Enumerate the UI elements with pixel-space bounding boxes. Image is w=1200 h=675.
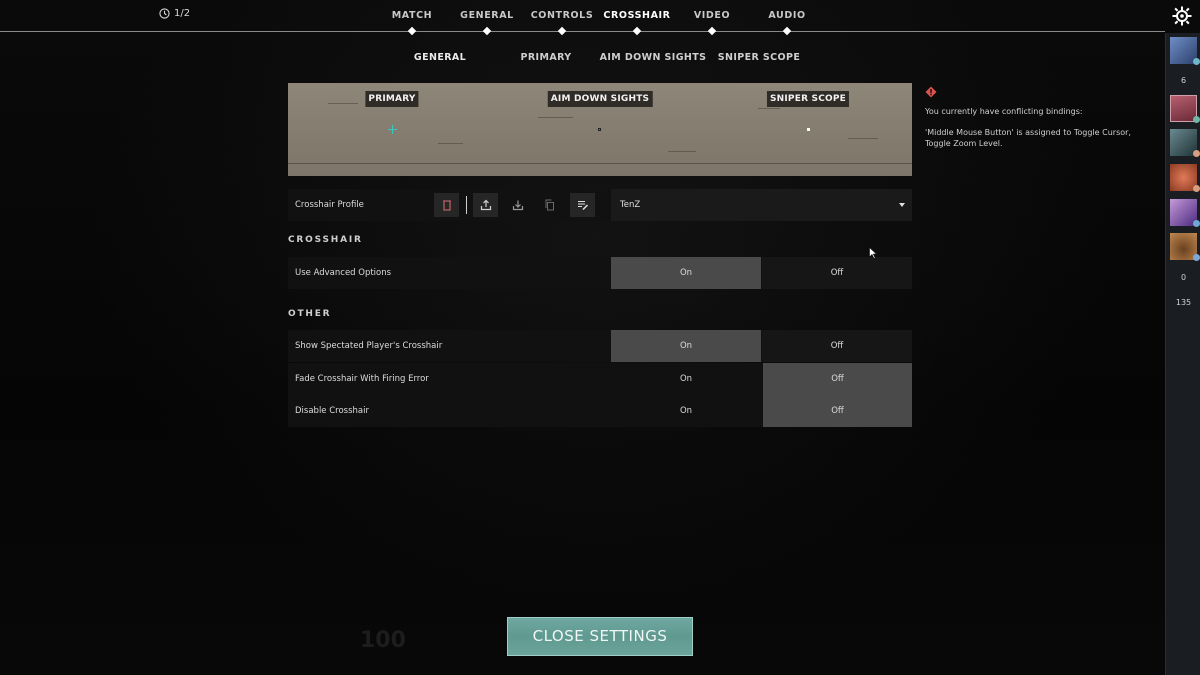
section-title-other: OTHER <box>288 309 332 319</box>
export-profile-button[interactable] <box>473 193 498 217</box>
setting-row: Fade Crosshair With Firing Error On Off <box>288 363 912 395</box>
copy-icon <box>545 199 554 211</box>
crosshair-profile-row: Crosshair Profile TenZ <box>288 189 912 221</box>
warning-title: You currently have conflicting bindings: <box>925 107 1083 116</box>
setting-row: Disable Crosshair On Off <box>288 395 912 427</box>
sniper-crosshair-icon <box>807 128 810 131</box>
tab-marker <box>707 26 717 36</box>
option-off-button[interactable]: Off <box>763 363 912 395</box>
status-dot <box>1193 220 1200 227</box>
tab-marker <box>782 26 792 36</box>
setting-label: Use Advanced Options <box>295 268 392 278</box>
profile-label: Crosshair Profile <box>295 200 364 210</box>
social-sidebar: 6 0 135 <box>1165 33 1200 675</box>
option-on-button[interactable]: On <box>611 395 761 427</box>
option-on-button[interactable]: On <box>611 363 761 395</box>
gear-icon[interactable] <box>1172 6 1192 26</box>
tab-marker <box>557 26 567 36</box>
ads-crosshair-icon <box>598 128 601 131</box>
warning-detail: 'Middle Mouse Button' is assigned to Tog… <box>925 128 1131 148</box>
crosshair-preview: PRIMARY AIM DOWN SIGHTS SNIPER SCOPE <box>288 83 912 176</box>
subtab-general[interactable]: GENERAL <box>414 52 466 63</box>
preview-label-sniper-scope: SNIPER SCOPE <box>766 91 850 107</box>
profile-dropdown[interactable]: TenZ <box>611 189 912 221</box>
edit-list-icon <box>577 200 588 211</box>
preview-label-aim-down-sights: AIM DOWN SIGHTS <box>547 91 653 107</box>
avatar[interactable] <box>1170 164 1200 192</box>
tab-match[interactable]: MATCH <box>392 10 432 21</box>
subtab-primary[interactable]: PRIMARY <box>520 52 571 63</box>
warning-diamond-icon <box>925 86 937 98</box>
tab-general[interactable]: GENERAL <box>460 10 514 21</box>
delete-profile-button[interactable] <box>434 193 459 217</box>
option-off-button[interactable]: Off <box>762 257 912 289</box>
preview-label-primary: PRIMARY <box>365 91 419 107</box>
profile-dropdown-value: TenZ <box>620 200 641 210</box>
setting-row: Use Advanced Options On Off <box>288 257 912 289</box>
trash-icon <box>442 200 451 211</box>
status-dot <box>1193 150 1200 157</box>
rename-profile-button[interactable] <box>570 193 595 217</box>
status-dot <box>1193 116 1200 123</box>
setting-label: Disable Crosshair <box>295 406 369 416</box>
status-dot <box>1193 254 1200 261</box>
status-dot <box>1193 58 1200 65</box>
chevron-down-icon <box>899 203 905 207</box>
avatar[interactable] <box>1170 37 1200 65</box>
option-on-button[interactable]: On <box>611 257 761 289</box>
download-icon <box>512 200 523 211</box>
conflict-warning: You currently have conflicting bindings:… <box>925 83 1155 149</box>
option-on-button[interactable]: On <box>611 330 761 362</box>
background-hp-readout: 100 <box>360 628 406 653</box>
upload-icon <box>480 199 491 211</box>
tab-marker <box>482 26 492 36</box>
section-title-crosshair: CROSSHAIR <box>288 235 363 245</box>
avatar[interactable] <box>1170 129 1200 157</box>
subtab-sniper-scope[interactable]: SNIPER SCOPE <box>718 52 801 63</box>
setting-label: Fade Crosshair With Firing Error <box>295 374 429 384</box>
setting-row: Show Spectated Player's Crosshair On Off <box>288 330 912 362</box>
tab-audio[interactable]: AUDIO <box>768 10 805 21</box>
copy-profile-button[interactable] <box>537 193 562 217</box>
status-dot <box>1193 185 1200 192</box>
tab-marker <box>407 26 417 36</box>
option-off-button[interactable]: Off <box>762 330 912 362</box>
tab-controls[interactable]: CONTROLS <box>531 10 594 21</box>
mouse-cursor-icon <box>869 247 877 259</box>
primary-crosshair-icon <box>388 125 397 134</box>
avatar[interactable] <box>1170 199 1200 227</box>
pending-count: 0 <box>1180 273 1187 282</box>
avatar[interactable] <box>1170 233 1200 261</box>
tab-crosshair[interactable]: CROSSHAIR <box>603 10 670 21</box>
main-tabs: MATCH GENERAL CONTROLS CROSSHAIR VIDEO A… <box>0 0 1165 40</box>
party-count: 6 <box>1180 76 1187 85</box>
close-settings-button[interactable]: CLOSE SETTINGS <box>507 617 693 656</box>
option-off-button[interactable]: Off <box>763 395 912 427</box>
import-profile-button[interactable] <box>505 193 530 217</box>
subtab-aim-down-sights[interactable]: AIM DOWN SIGHTS <box>600 52 707 63</box>
tab-video[interactable]: VIDEO <box>694 10 730 21</box>
online-count: 135 <box>1175 298 1192 307</box>
avatar[interactable] <box>1170 95 1200 123</box>
setting-label: Show Spectated Player's Crosshair <box>295 341 443 351</box>
tab-marker <box>632 26 642 36</box>
toolbar-divider <box>466 196 467 214</box>
